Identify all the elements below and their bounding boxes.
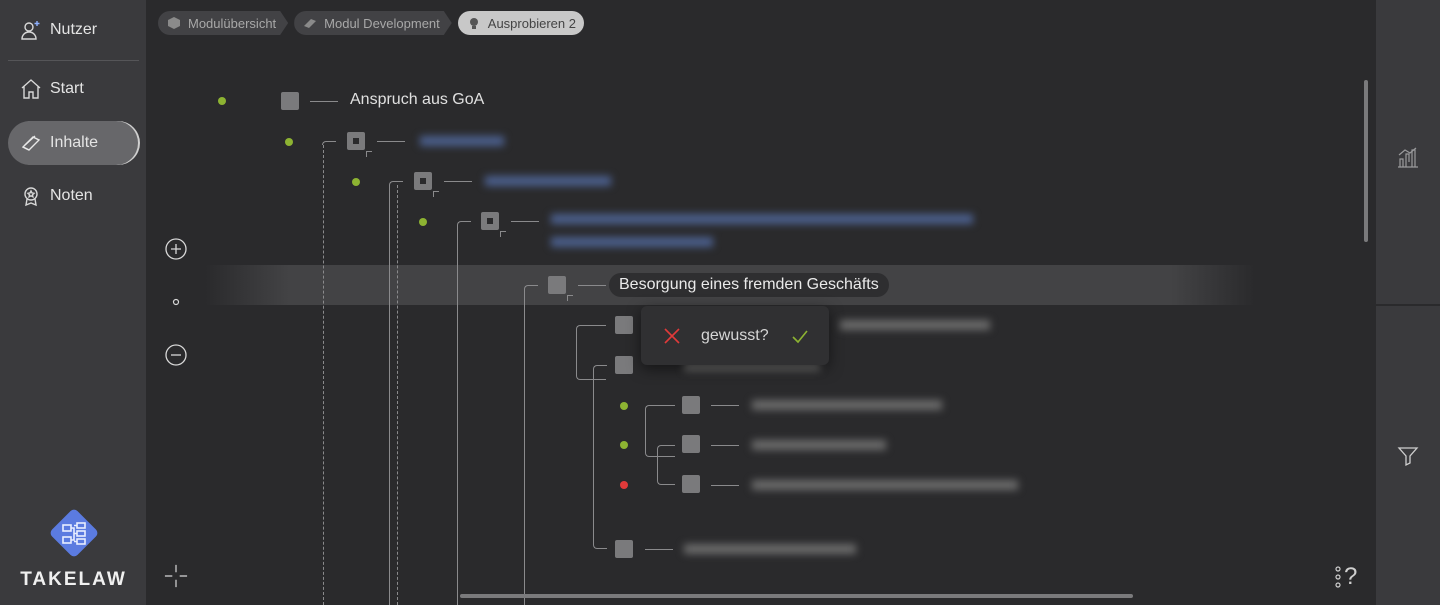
nav-item-noten[interactable]: Noten: [8, 174, 138, 218]
takelaw-logo: TAKELAW: [0, 505, 147, 591]
zoom-out-icon[interactable]: [164, 343, 188, 367]
status-dot-known: [620, 441, 628, 449]
tree-node-root[interactable]: Anspruch aus GoA: [350, 91, 484, 109]
nav-label: Nutzer: [50, 21, 98, 38]
popup-question: gewusst?: [701, 326, 769, 344]
tree-node-checkbox[interactable]: [615, 356, 633, 374]
status-dot-unknown: [620, 481, 628, 489]
close-icon[interactable]: [661, 325, 683, 347]
tree-connector: [389, 181, 403, 605]
dots-icon: [1335, 566, 1341, 588]
logo-text: TAKELAW: [20, 569, 127, 590]
tree-node-hidden[interactable]: [485, 171, 611, 191]
tree-node-checkbox[interactable]: [682, 435, 700, 453]
home-icon: [16, 74, 46, 104]
help-button[interactable]: ?: [1334, 563, 1357, 591]
tree-dash: [645, 549, 673, 550]
book-icon: [302, 15, 318, 31]
tree-node-focused[interactable]: Besorgung eines fremden Geschäfts: [609, 273, 889, 297]
status-dot-known: [352, 178, 360, 186]
tree-node-checkbox[interactable]: [548, 276, 566, 294]
tree-node-hidden[interactable]: [551, 209, 973, 253]
sidebar-divider: [8, 60, 139, 61]
user-plus-icon: [16, 15, 46, 45]
nav-label: Start: [50, 80, 84, 97]
nav-label: Noten: [50, 187, 93, 204]
tree-dash: [711, 485, 739, 486]
status-dot-known: [419, 218, 427, 226]
tree-hook: [433, 191, 439, 197]
status-dot-known: [285, 138, 293, 146]
tree-node-hidden[interactable]: [684, 539, 856, 559]
tree-dash: [578, 285, 606, 286]
box-icon: [166, 15, 182, 31]
logo-icon: [50, 509, 97, 557]
zoom-reset-icon[interactable]: [164, 290, 188, 314]
tree-node-checkbox[interactable]: [347, 132, 365, 150]
book-icon: [16, 128, 46, 158]
tree-dash: [711, 405, 739, 406]
breadcrumb-item-modul-development[interactable]: Modul Development: [294, 11, 452, 35]
check-icon[interactable]: [789, 325, 811, 347]
tree-dash: [511, 221, 539, 222]
breadcrumb-item-ausprobieren[interactable]: Ausprobieren 2: [457, 11, 584, 35]
tree-node-hidden[interactable]: [752, 395, 942, 415]
tree-node-hidden[interactable]: [752, 475, 1018, 495]
tree-dash: [310, 101, 338, 102]
tree-node-checkbox[interactable]: [615, 316, 633, 334]
tree-dash: [377, 141, 405, 142]
nav-item-inhalte[interactable]: Inhalte: [8, 121, 138, 165]
tree-node-checkbox[interactable]: [682, 475, 700, 493]
tree-node-checkbox[interactable]: [682, 396, 700, 414]
filter-icon[interactable]: [1394, 442, 1422, 470]
tree-hook: [500, 231, 506, 237]
tree-node-checkbox[interactable]: [481, 212, 499, 230]
breadcrumb-label: Modul Development: [324, 15, 440, 31]
vertical-scrollbar[interactable]: [1364, 80, 1368, 242]
tree-node-hidden[interactable]: [752, 435, 886, 455]
zoom-in-icon[interactable]: [164, 237, 188, 261]
tree-connector: [524, 285, 538, 605]
tree-connector: [323, 145, 324, 605]
breadcrumb-item-moduluebersicht[interactable]: Modulübersicht: [158, 11, 288, 35]
statistics-icon[interactable]: [1394, 143, 1422, 171]
tree-hook: [366, 151, 372, 157]
status-dot-known: [620, 402, 628, 410]
tree-connector: [593, 365, 607, 549]
tree-dash: [444, 181, 472, 182]
tree-node-checkbox[interactable]: [615, 540, 633, 558]
award-icon: [16, 181, 46, 211]
status-dot-known: [218, 97, 226, 105]
help-label: ?: [1344, 563, 1358, 590]
nav-item-nutzer[interactable]: Nutzer: [8, 8, 138, 52]
tree-dash: [711, 445, 739, 446]
right-sidebar-divider: [1376, 304, 1440, 306]
lightbulb-icon: [466, 15, 482, 31]
tree-node-hidden[interactable]: [420, 131, 504, 151]
horizontal-scrollbar[interactable]: [460, 594, 1133, 598]
crosshair-icon[interactable]: [164, 564, 188, 588]
breadcrumb-label: Modulübersicht: [188, 15, 277, 31]
right-sidebar: [1376, 0, 1440, 605]
breadcrumb: Modulübersicht Modul Development Ausprob…: [158, 11, 584, 35]
tree-node-checkbox[interactable]: [414, 172, 432, 190]
tree-hook: [567, 295, 573, 301]
tree-node-checkbox[interactable]: [281, 92, 299, 110]
left-sidebar: Nutzer Start Inhalte Noten TAKELAW: [0, 0, 147, 605]
tree-connector: [457, 221, 471, 605]
tree-connector: [322, 141, 336, 145]
breadcrumb-label: Ausprobieren 2: [487, 15, 576, 31]
tree-node-hidden[interactable]: [840, 315, 990, 335]
nav-item-start[interactable]: Start: [8, 67, 138, 111]
nav-label: Inhalte: [50, 134, 99, 151]
tree-connector: [657, 445, 675, 485]
knowledge-popup: gewusst?: [641, 306, 829, 365]
